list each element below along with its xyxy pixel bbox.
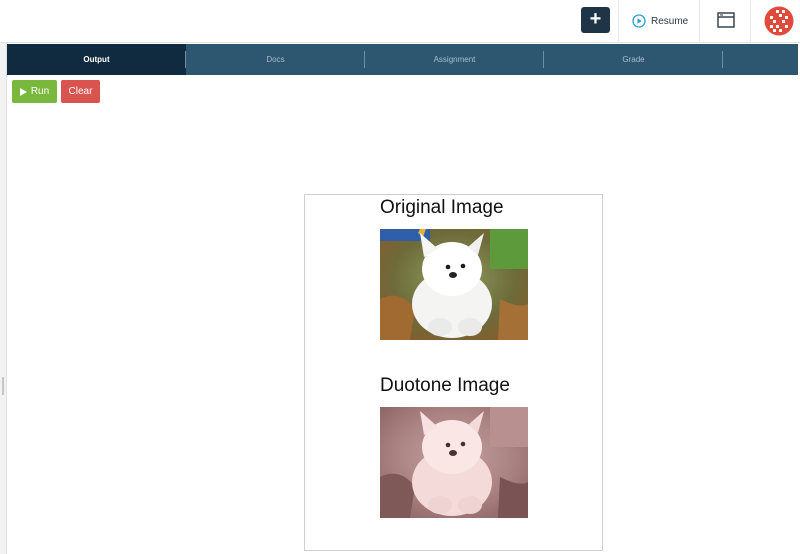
duotone-image-heading: Duotone Image	[380, 375, 510, 396]
tab-docs[interactable]: Docs	[186, 44, 365, 75]
resume-button[interactable]: Resume	[632, 12, 688, 30]
tab-assignment[interactable]: Assignment	[365, 44, 544, 75]
clear-button[interactable]: Clear	[61, 80, 100, 103]
tab-grade[interactable]: Grade	[544, 44, 723, 75]
resize-handle[interactable]	[2, 377, 4, 395]
tab-label: Assignment	[433, 55, 476, 64]
window-icon[interactable]	[717, 12, 735, 28]
original-image-heading: Original Image	[380, 197, 504, 218]
tab-output[interactable]: Output	[7, 44, 186, 75]
toolbar-separator	[750, 0, 751, 43]
tab-label: Docs	[266, 55, 285, 64]
play-icon	[19, 87, 27, 96]
top-bar: + Resume	[0, 0, 800, 43]
toolbar-separator	[699, 0, 700, 43]
run-label: Run	[30, 86, 50, 97]
tab-label: Grade	[622, 55, 645, 64]
avatar[interactable]	[764, 6, 794, 36]
original-image	[380, 229, 528, 340]
tab-bar: Output Docs Assignment Grade	[7, 44, 798, 75]
left-gutter	[0, 43, 7, 554]
duotone-image	[380, 407, 528, 518]
resume-label: Resume	[651, 15, 689, 27]
run-button[interactable]: Run	[12, 80, 57, 103]
tab-divider	[722, 51, 723, 68]
toolbar-separator	[618, 0, 619, 43]
tab-label: Output	[83, 55, 110, 64]
add-button[interactable]: +	[581, 7, 610, 33]
output-canvas: Original Image Duotone Image	[304, 194, 603, 551]
play-circle-icon	[632, 14, 646, 28]
